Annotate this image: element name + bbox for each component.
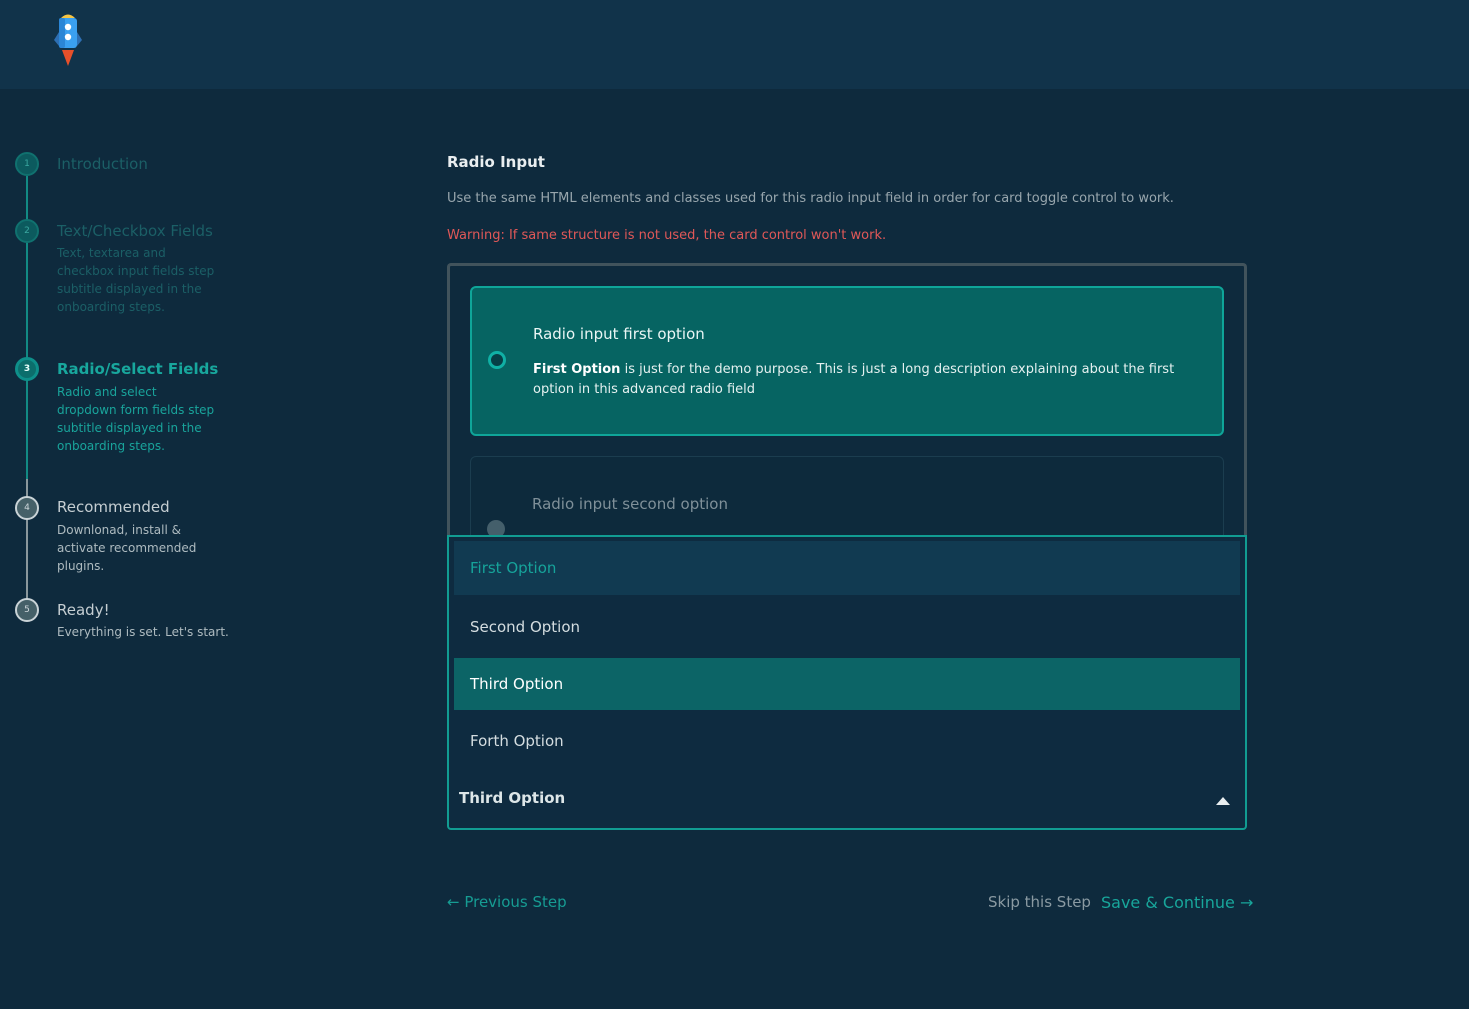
radio-button[interactable] xyxy=(487,520,505,535)
section-description: Use the same HTML elements and classes u… xyxy=(447,191,1174,206)
select-option-highlighted[interactable]: Third Option xyxy=(454,658,1240,710)
radio-card-bold: First Option xyxy=(533,362,621,377)
warning-text: Warning: If same structure is not used, … xyxy=(447,228,887,243)
step-subtitle: Downlonad, install & activate recommende… xyxy=(57,523,197,573)
section-title: Radio Input xyxy=(447,153,545,171)
step-subtitle: Everything is set. Let's start. xyxy=(57,625,229,639)
caret-up-icon[interactable] xyxy=(1216,797,1230,805)
select-option[interactable]: First Option xyxy=(454,541,1240,595)
step-title[interactable]: Recommended xyxy=(57,498,170,516)
step-subtitle: Radio and select dropdown form fields st… xyxy=(57,385,215,453)
previous-step-button[interactable]: ← Previous Step xyxy=(447,893,567,911)
radio-card-group: Radio input first option First Option is… xyxy=(447,263,1247,535)
step-subtitle: Text, textarea and checkbox input fields… xyxy=(57,246,215,314)
step-title[interactable]: Text/Checkbox Fields xyxy=(57,222,213,240)
radio-card-text: is just for the demo purpose. This is ju… xyxy=(533,362,1175,397)
select-option[interactable]: Forth Option xyxy=(454,715,1240,767)
radio-button[interactable] xyxy=(488,351,506,369)
step-title[interactable]: Radio/Select Fields xyxy=(57,360,218,378)
top-bar xyxy=(0,0,1469,89)
save-continue-button[interactable]: Save & Continue → xyxy=(1101,893,1253,912)
step-number: 2 xyxy=(15,219,39,243)
select-dropdown[interactable]: First Option Second Option Third Option … xyxy=(447,535,1247,830)
radio-card-title: Radio input first option xyxy=(533,325,705,343)
radio-card-first[interactable]: Radio input first option First Option is… xyxy=(470,286,1224,436)
radio-card-title: Radio input second option xyxy=(532,495,728,513)
radio-card-description: First Option is just for the demo purpos… xyxy=(533,360,1203,400)
select-current-value[interactable]: Third Option xyxy=(459,789,565,807)
step-number: 1 xyxy=(15,152,39,176)
step-title[interactable]: Introduction xyxy=(57,155,148,173)
rocket-icon[interactable] xyxy=(50,12,86,68)
step-number: 3 xyxy=(15,357,39,381)
select-option[interactable]: Second Option xyxy=(454,601,1240,653)
skip-step-button[interactable]: Skip this Step xyxy=(988,893,1091,911)
step-number: 5 xyxy=(15,598,39,622)
radio-card-second[interactable]: Radio input second option xyxy=(470,456,1224,535)
step-title[interactable]: Ready! xyxy=(57,601,110,619)
step-number: 4 xyxy=(15,496,39,520)
